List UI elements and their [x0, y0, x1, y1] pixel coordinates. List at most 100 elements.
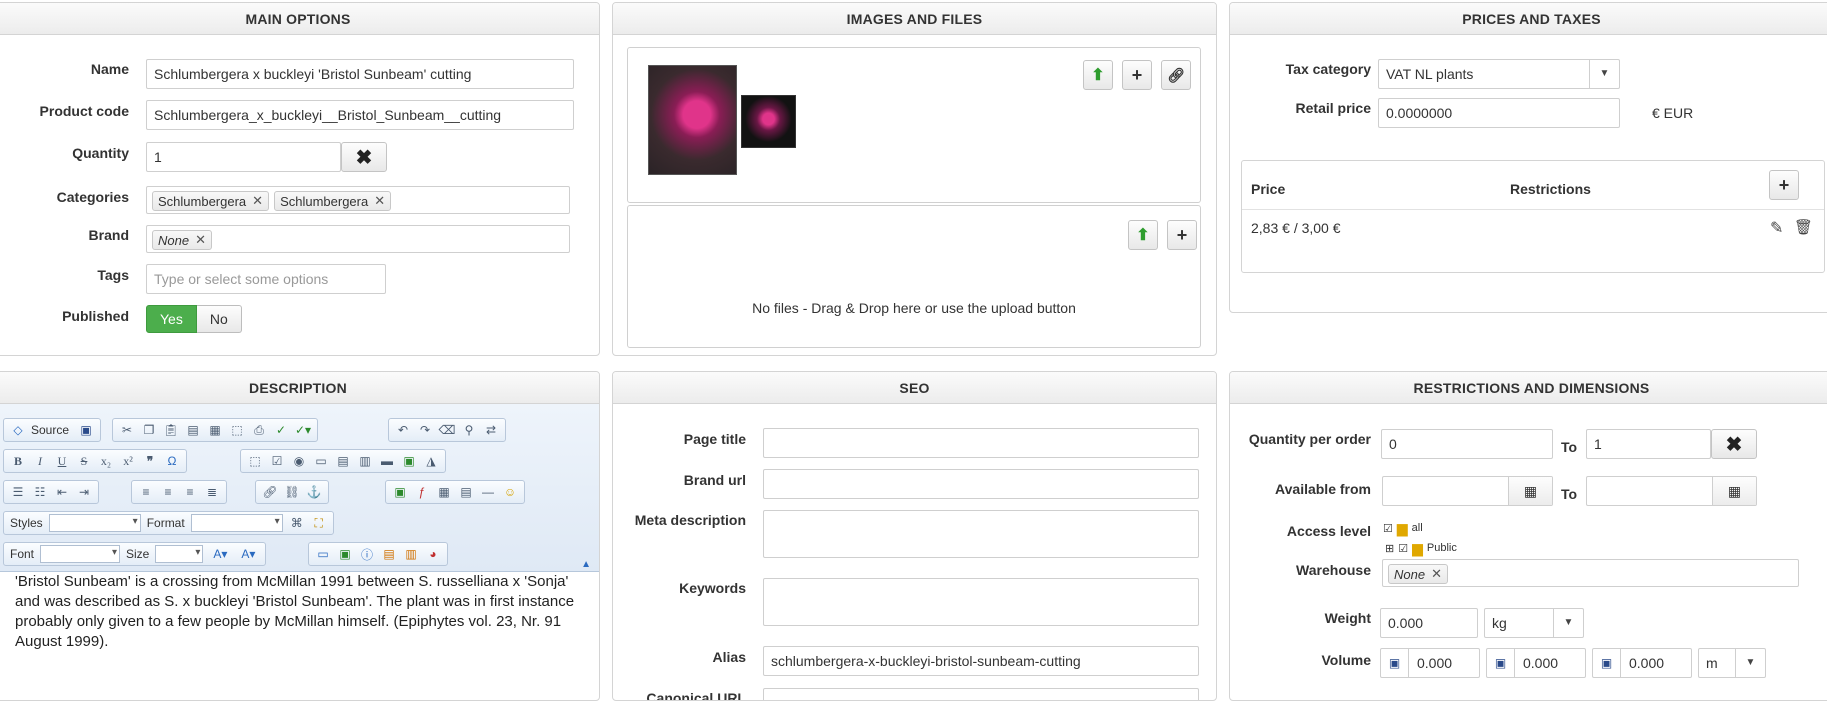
add-image-button[interactable]: + [1122, 60, 1152, 90]
volume-width-input[interactable]: ▣ 0.000 [1486, 648, 1586, 678]
maximize-icon[interactable]: ⛶ [308, 513, 330, 533]
outdent-icon[interactable]: ⇤ [51, 482, 73, 502]
about-icon[interactable]: ⓘ [356, 544, 378, 564]
quantity-from-input[interactable]: 0 [1381, 429, 1553, 459]
remove-tag-icon[interactable]: ✕ [374, 193, 385, 209]
doc2-icon[interactable]: ▥ [400, 544, 422, 564]
brand-input[interactable]: None ✕ [146, 225, 570, 253]
find-icon[interactable]: ⚲ [458, 420, 480, 440]
description-editor-text[interactable]: 'Bristol Sunbeam' is a crossing from McM… [15, 572, 575, 652]
smiley-icon[interactable]: ☺ [499, 482, 521, 502]
paste-word-icon[interactable]: ▦ [204, 420, 226, 440]
form-icon[interactable]: ⬚ [244, 451, 266, 471]
numbered-list-icon[interactable]: ☰ [7, 482, 29, 502]
paste-text-icon[interactable]: ▤ [182, 420, 204, 440]
subscript-icon[interactable]: x₂ [95, 451, 117, 471]
available-from-input[interactable]: ▦ [1382, 476, 1553, 506]
replace-icon[interactable]: ⇄ [480, 420, 502, 440]
checkbox-icon[interactable]: ☑ [1383, 522, 1393, 535]
color-wheel-icon[interactable]: ◕ [422, 544, 444, 564]
published-no-button[interactable]: No [196, 305, 242, 333]
template-icon[interactable]: ▭ [312, 544, 334, 564]
product-code-input[interactable]: Schlumbergera_x_buckleyi__Bristol_Sunbea… [146, 100, 574, 130]
clear-quantity-button[interactable]: ✖ [341, 142, 387, 172]
tags-input[interactable]: Type or select some options [146, 264, 386, 294]
collapse-toolbar-icon[interactable]: ▲ [581, 559, 591, 570]
blockquote-icon[interactable]: ❞ [139, 451, 161, 471]
page-title-input[interactable] [763, 428, 1199, 458]
bg-color-icon[interactable]: A▾ [234, 544, 262, 564]
text-color-icon[interactable]: A▾ [206, 544, 234, 564]
doc-icon[interactable]: ▤ [378, 544, 400, 564]
spellcheck-icon[interactable]: ✓ [270, 420, 292, 440]
preview-icon[interactable]: ▣ [334, 544, 356, 564]
flash-icon[interactable]: ƒ [411, 482, 433, 502]
tax-category-select[interactable]: VAT NL plants ▼ [1378, 59, 1620, 89]
published-toggle[interactable]: Yes No [146, 305, 242, 333]
name-input[interactable]: Schlumbergera x buckleyi 'Bristol Sunbea… [146, 59, 574, 89]
unlink-icon[interactable]: ⛓ [281, 482, 303, 502]
align-center-icon[interactable]: ≡ [157, 482, 179, 502]
brand-url-input[interactable] [763, 469, 1199, 499]
retail-price-input[interactable]: 0.0000000 [1378, 98, 1620, 128]
categories-input[interactable]: Schlumbergera ✕ Schlumbergera ✕ [146, 186, 570, 214]
format-combo[interactable]: Format [144, 514, 286, 532]
chevron-down-icon[interactable]: ▼ [1589, 60, 1619, 88]
select-field-icon[interactable]: ▥ [354, 451, 376, 471]
remove-tag-icon[interactable]: ✕ [1431, 566, 1442, 582]
available-to-input[interactable]: ▦ [1586, 476, 1757, 506]
expand-icon[interactable]: ⊞ [1385, 542, 1394, 555]
save-icon[interactable]: ▣ [75, 420, 97, 440]
image-button-icon[interactable]: ▣ [398, 451, 420, 471]
underline-icon[interactable]: U [51, 451, 73, 471]
align-left-icon[interactable]: ≡ [135, 482, 157, 502]
calendar-icon[interactable]: ▦ [1712, 477, 1756, 505]
link-image-button[interactable]: 🔗︎ [1161, 60, 1191, 90]
quantity-input[interactable]: 1 [146, 142, 341, 172]
styles-combo[interactable]: Styles [7, 514, 144, 532]
source-button[interactable]: Source [29, 423, 75, 437]
bulleted-list-icon[interactable]: ☷ [29, 482, 51, 502]
paste-icon[interactable]: 📋︎ [160, 420, 182, 440]
page-icon[interactable]: ▤ [455, 482, 477, 502]
select-all-icon[interactable]: ⬚ [226, 420, 248, 440]
product-image-thumb[interactable] [741, 95, 796, 148]
justify-icon[interactable]: ≣ [201, 482, 223, 502]
upload-file-button[interactable]: ⬆ [1128, 220, 1158, 250]
weight-input[interactable]: 0.000 [1380, 608, 1478, 638]
image-icon[interactable]: ▣ [389, 482, 411, 502]
published-yes-button[interactable]: Yes [146, 305, 197, 333]
images-dropzone[interactable]: ⬆ + 🔗︎ [627, 47, 1201, 203]
remove-tag-icon[interactable]: ✕ [252, 193, 263, 209]
add-file-button[interactable]: + [1167, 220, 1197, 250]
undo-icon[interactable]: ↶ [392, 420, 414, 440]
checkbox-icon[interactable]: ☑ [1398, 542, 1408, 555]
product-image-main[interactable] [648, 65, 737, 175]
special-char-icon[interactable]: Ω [161, 451, 183, 471]
checkbox-icon[interactable]: ☑ [266, 451, 288, 471]
alias-input[interactable]: schlumbergera-x-buckleyi-bristol-sunbeam… [763, 646, 1199, 676]
eraser-icon[interactable]: ⌫ [436, 420, 458, 440]
access-node-public[interactable]: ⊞ ☑ ▆ Public [1383, 538, 1457, 558]
indent-icon[interactable]: ⇥ [73, 482, 95, 502]
strike-icon[interactable]: S [73, 451, 95, 471]
spellcheck-dropdown-icon[interactable]: ✓▾ [292, 420, 314, 440]
cut-icon[interactable]: ✂ [116, 420, 138, 440]
chevron-down-icon[interactable]: ▼ [1553, 609, 1583, 637]
clear-quantity-to-button[interactable]: ✖ [1711, 429, 1757, 459]
hidden-field-icon[interactable]: ◮ [420, 451, 442, 471]
link-icon[interactable]: 🔗︎ [259, 482, 281, 502]
remove-tag-icon[interactable]: ✕ [195, 232, 206, 248]
meta-description-input[interactable] [763, 510, 1199, 558]
table-icon[interactable]: ▦ [433, 482, 455, 502]
source-icon[interactable]: ◇ [7, 420, 29, 440]
radio-icon[interactable]: ◉ [288, 451, 310, 471]
quantity-to-input[interactable]: 1 [1586, 429, 1711, 459]
copy-icon[interactable]: ❐ [138, 420, 160, 440]
button-field-icon[interactable]: ▬ [376, 451, 398, 471]
chevron-down-icon[interactable]: ▼ [1735, 649, 1765, 677]
weight-unit-select[interactable]: kg ▼ [1484, 608, 1584, 638]
add-price-button[interactable]: + [1769, 170, 1799, 200]
align-right-icon[interactable]: ≡ [179, 482, 201, 502]
textarea-icon[interactable]: ▤ [332, 451, 354, 471]
